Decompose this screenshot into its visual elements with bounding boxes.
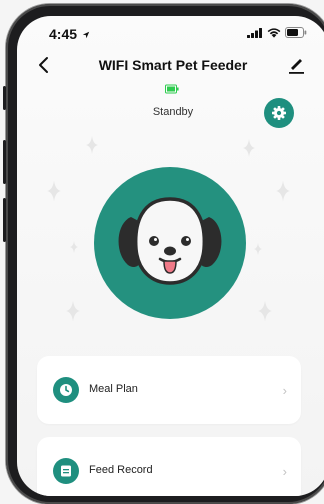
wifi-icon [267,27,281,38]
status-time: 4:45 [49,26,90,42]
clock-icon [53,377,79,403]
app-screen: 4:45 WIFI Smart Pet Feeder Standby Meal … [17,16,324,496]
status-icons [247,27,307,38]
phone-side-button [3,140,6,184]
sparkle-decoration-icon [243,139,255,157]
page-title: WIFI Smart Pet Feeder [98,57,248,73]
dog-face-icon [118,197,222,285]
navigation-bar: WIFI Smart Pet Feeder [17,54,324,78]
menu-item-label: Meal Plan [89,383,138,395]
gear-icon [272,106,286,120]
cellular-signal-icon [247,27,262,38]
status-bar: 4:45 [17,16,324,50]
menu-item-label: Feed Record [89,464,153,476]
chevron-right-icon: › [282,383,287,398]
chevron-right-icon: › [282,464,287,479]
sparkle-decoration-icon [276,180,290,202]
settings-button[interactable] [264,98,294,128]
menu-item-feed-record[interactable]: Feed Record › [37,437,301,496]
sparkle-decoration-icon [86,136,98,154]
sparkle-decoration-icon [254,243,262,255]
menu-item-meal-plan[interactable]: Meal Plan › [37,356,301,424]
device-battery-icon [165,84,179,94]
battery-status-icon [285,27,307,38]
phone-side-button [3,86,6,110]
sparkle-decoration-icon [66,300,80,322]
edit-button[interactable] [285,54,307,76]
status-time-text: 4:45 [49,26,78,42]
pet-avatar [94,167,246,319]
pencil-icon [289,59,304,74]
phone-side-button [3,198,6,242]
sparkle-decoration-icon [47,180,61,202]
sparkle-decoration-icon [258,300,272,322]
location-arrow-icon [82,31,90,39]
record-icon [53,458,79,484]
sparkle-decoration-icon [70,241,78,253]
